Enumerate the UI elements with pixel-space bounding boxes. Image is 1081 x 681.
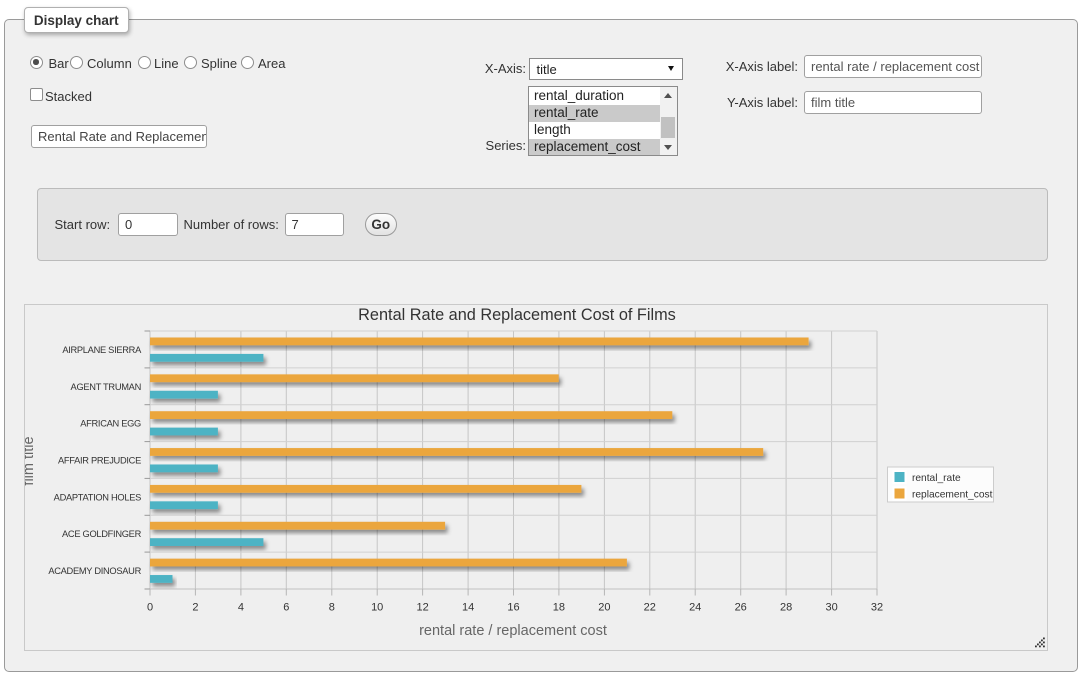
svg-text:film title: film title bbox=[25, 436, 37, 485]
svg-text:18: 18 bbox=[553, 602, 565, 614]
svg-text:ACE GOLDFINGER: ACE GOLDFINGER bbox=[62, 529, 142, 539]
svg-text:22: 22 bbox=[644, 602, 656, 614]
svg-text:8: 8 bbox=[329, 602, 335, 614]
svg-text:2: 2 bbox=[192, 602, 198, 614]
svg-text:30: 30 bbox=[825, 602, 837, 614]
svg-text:4: 4 bbox=[238, 602, 244, 614]
svg-text:AFFAIR PREJUDICE: AFFAIR PREJUDICE bbox=[58, 456, 141, 466]
svg-text:ACADEMY DINOSAUR: ACADEMY DINOSAUR bbox=[48, 566, 141, 576]
svg-text:AGENT TRUMAN: AGENT TRUMAN bbox=[71, 382, 141, 392]
svg-text:16: 16 bbox=[507, 602, 519, 614]
svg-text:20: 20 bbox=[598, 602, 610, 614]
svg-text:26: 26 bbox=[735, 602, 747, 614]
svg-text:14: 14 bbox=[462, 602, 474, 614]
svg-text:rental_rate: rental_rate bbox=[912, 473, 961, 484]
svg-text:replacement_cost: replacement_cost bbox=[912, 490, 993, 501]
svg-text:32: 32 bbox=[871, 602, 883, 614]
svg-text:28: 28 bbox=[780, 602, 792, 614]
svg-text:6: 6 bbox=[283, 602, 289, 614]
svg-text:rental rate / replacement cost: rental rate / replacement cost bbox=[419, 623, 607, 639]
svg-text:0: 0 bbox=[147, 602, 153, 614]
svg-text:24: 24 bbox=[689, 602, 701, 614]
svg-text:10: 10 bbox=[371, 602, 383, 614]
svg-text:ADAPTATION HOLES: ADAPTATION HOLES bbox=[54, 492, 141, 502]
svg-text:Rental Rate and Replacement Co: Rental Rate and Replacement Cost of Film… bbox=[358, 306, 676, 324]
svg-text:AIRPLANE SIERRA: AIRPLANE SIERRA bbox=[62, 345, 142, 355]
svg-text:AFRICAN EGG: AFRICAN EGG bbox=[80, 419, 141, 429]
svg-text:12: 12 bbox=[416, 602, 428, 614]
